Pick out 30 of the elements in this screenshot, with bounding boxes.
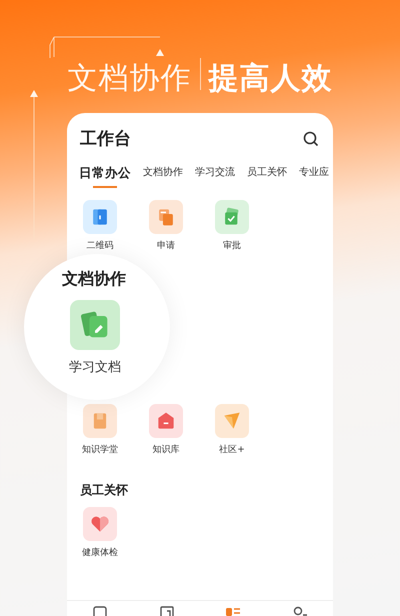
app-shortcut[interactable]: 知识库 [149,404,183,456]
app-shortcut[interactable]: 知识学堂 [82,404,118,456]
category-tab[interactable]: 学习交流 [195,166,235,188]
app-label: 知识学堂 [82,444,118,456]
app-label: 知识库 [152,444,180,456]
contacts-icon [292,605,308,616]
category-tab[interactable]: 日常办公 [79,166,131,188]
app-label: 健康体检 [82,546,118,559]
section-title: 文档协作 [62,269,127,290]
app-label: 学习文档 [69,359,121,376]
app-label: 社区+ [219,444,245,456]
apps-icon [225,605,242,616]
app-shortcut[interactable]: 申请 [149,200,183,252]
category-tab[interactable]: 员工关怀 [247,166,287,188]
category-tab[interactable]: 专业应 [299,166,329,188]
search-button[interactable] [303,130,319,146]
app-shortcut[interactable]: 审批 [215,200,249,252]
section-title: 员工关怀 [79,482,129,499]
app-shortcut[interactable]: 二维码 [83,200,117,252]
app-shortcut[interactable]: 社区+ [215,404,249,456]
page-title: 工作台 [80,128,131,150]
headline-emphasis: 提高人效 [208,60,332,98]
app-label: 二维码 [86,240,114,252]
category-tab[interactable]: 文档协作 [143,166,183,188]
headline-text: 文档协作 [68,60,192,98]
app-label: 审批 [223,240,241,252]
app-shortcut[interactable]: 学习文档 [69,300,121,376]
app-shortcut[interactable]: 健康体检 [82,507,118,559]
search-icon [303,130,319,146]
app-label: 申请 [157,240,175,252]
